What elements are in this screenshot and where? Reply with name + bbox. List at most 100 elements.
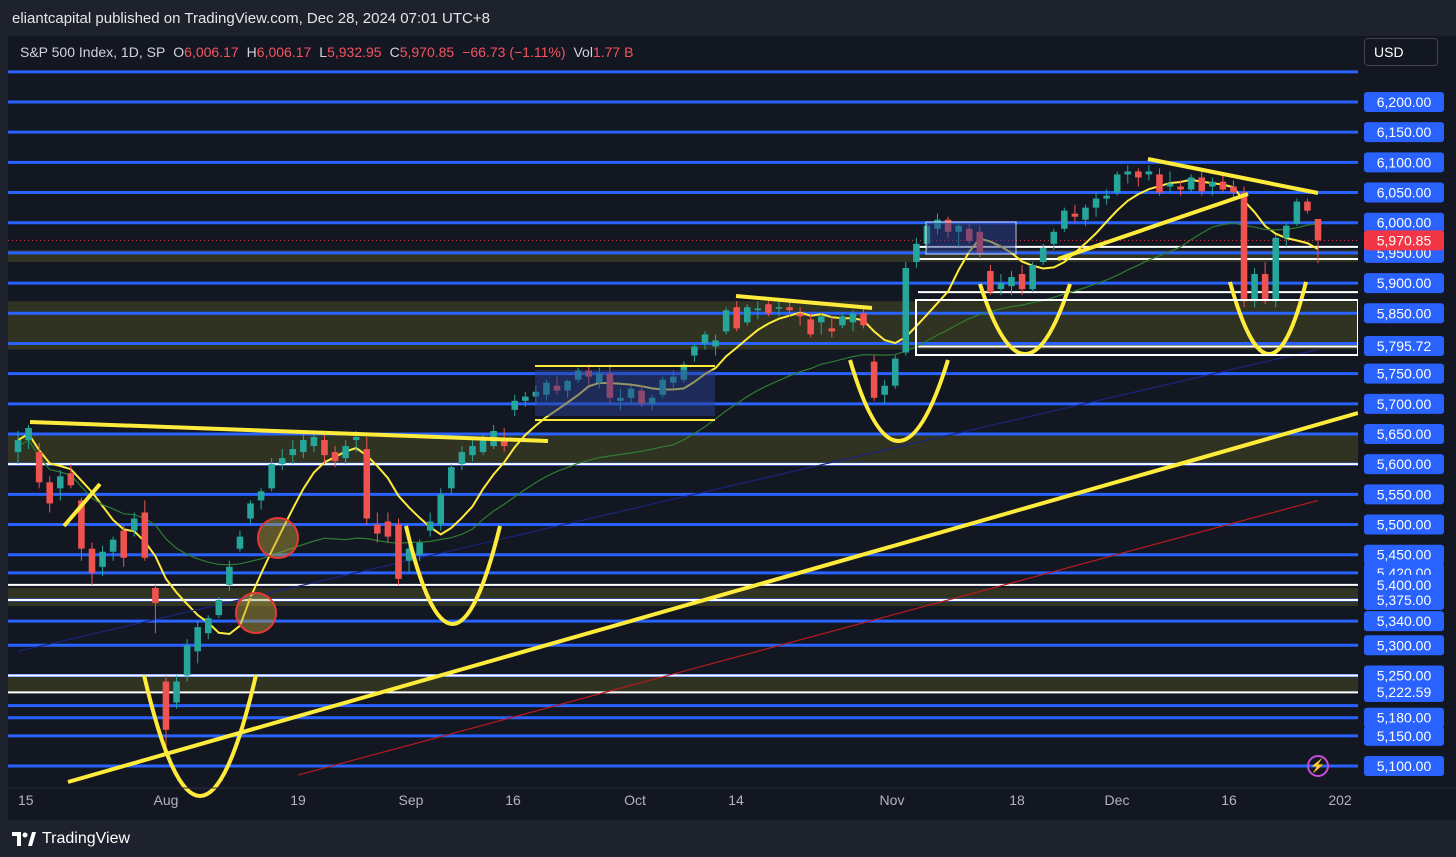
candle-body [807,319,814,335]
candle-body [722,310,730,332]
candle-body [278,458,286,465]
candle-body [997,283,1005,290]
price-tick: 5,700.00 [1364,393,1444,414]
candle-body [1008,277,1015,287]
candle-body [1198,177,1206,192]
candle-body [1061,210,1068,229]
candle-body [1251,274,1258,302]
marker-circle [257,517,299,559]
price-tick: 5,850.00 [1364,303,1444,324]
candle [1135,168,1142,187]
price-tick: 5,500.00 [1364,514,1444,535]
footer-brand: TradingView [42,829,131,847]
candle-body [247,503,254,519]
candle-body [352,437,360,441]
candle [395,518,402,585]
candle [1092,192,1100,217]
candle-body [331,452,339,462]
candle-body [1071,213,1079,217]
price-tick: 5,600.00 [1364,454,1444,475]
price-tick: 5,150.00 [1364,725,1444,746]
candle-body [839,316,846,326]
price-tick: 6,200.00 [1364,92,1444,112]
candle-body [152,587,159,604]
candle-body [1177,186,1184,190]
candle-body [57,476,64,489]
candle [743,304,751,326]
price-tick: 5,900.00 [1364,273,1444,294]
candle-body [416,542,423,555]
candle [1124,165,1132,184]
candle-body [14,440,22,453]
price-chart[interactable]: 6,200.00 6,150.00 6,100.00 6,050.00 6,000.00… [8,36,1456,820]
candle-body [913,243,920,262]
change-value: −66.73 (−1.11%) [462,44,566,60]
candle [1219,174,1227,193]
candle-body [141,512,149,558]
candle-body [1018,274,1026,290]
candle-body [1039,248,1047,262]
candle-body [1082,207,1089,220]
candle [247,500,254,525]
candle-body [458,452,466,465]
candle-body [194,627,201,652]
price-tick-label: 5,850.00 [1377,305,1432,321]
price-tick-label: 6,000.00 [1377,215,1432,231]
time-tick-label: 16 [505,792,521,808]
candle-body [215,600,223,616]
candle-body [891,358,899,386]
candle-body [204,618,212,634]
currency-button[interactable]: USD [1364,38,1438,66]
candle [46,476,53,513]
time-tick-label: 16 [1221,792,1237,808]
price-tick: 6,000.00 [1364,212,1444,233]
low-label: L [319,44,328,60]
candle-body [310,437,318,447]
price-tick: 5,180.00 [1364,707,1444,728]
candle [1283,222,1290,247]
candle-body [374,524,381,534]
candle [1304,198,1311,214]
ma-long-red-line [297,499,1319,776]
candle-body [448,467,455,489]
candle-body [321,440,328,456]
consolidation-box [535,370,715,416]
candle-body [743,307,751,323]
time-axis: 15 Aug 19 Sep 16 Oct 14 Nov 18 Dec 16 202 [8,787,1456,808]
price-tick-label: 5,180.00 [1377,710,1432,726]
candle-body [1314,219,1322,241]
candle-body [1156,174,1163,193]
candle [1071,204,1079,223]
candle [215,596,223,619]
price-tick-label: 6,050.00 [1377,185,1432,201]
candle [88,542,96,585]
candle [426,512,434,537]
candle-body [35,452,43,483]
candle [1113,171,1121,196]
chart-area[interactable]: 6,200.00 6,150.00 6,100.00 6,050.00 6,000.00… [8,36,1456,820]
price-tick: 5,750.00 [1364,363,1444,384]
candle [902,261,910,356]
price-tick-label: 5,700.00 [1377,396,1432,412]
time-tick-label: 15 [18,792,34,808]
candle-body [437,494,445,525]
candle-body [300,440,307,453]
candle [1018,264,1026,296]
candle [1293,198,1301,226]
candle-body [1103,195,1110,199]
price-tick: 5,550.00 [1364,484,1444,505]
time-tick-label: 14 [728,792,744,808]
candle-body [754,308,762,311]
candle-body [109,539,117,552]
candle [1272,234,1279,308]
price-tag-label: 5,970.85 [1377,232,1432,248]
price-tick-label: 5,500.00 [1377,517,1432,533]
candle [152,584,159,634]
candle-body [46,482,53,504]
lightning-icon[interactable]: ⚡ [1307,755,1329,777]
candle-body [183,645,191,676]
candle-body [1293,201,1301,224]
consolidation-box [925,221,1017,255]
vol-label: Vol [573,44,593,60]
candle [1061,207,1068,232]
